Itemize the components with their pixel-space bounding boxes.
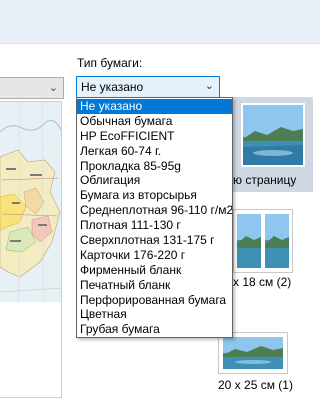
printer-select[interactable]: ⌄ [0,77,64,99]
paper-type-option[interactable]: Цветная [77,307,232,322]
paper-type-option[interactable]: Сверхплотная 131-175 г [77,233,232,248]
paper-type-option[interactable]: Облигация [77,173,232,188]
paper-type-option[interactable]: Бумага из вторсырья [77,188,232,203]
landscape-photo-icon [223,337,283,369]
paper-type-option[interactable]: Прокладка 85-95g [77,159,232,174]
window-header [0,0,320,44]
layout-full-page-caption: ю страницу [233,173,297,187]
chevron-down-icon: ⌄ [48,82,58,94]
paper-type-option[interactable]: Грубая бумага [77,322,232,337]
paper-type-dropdown-list[interactable]: Не указано Обычная бумага HP EcoFFICIENT… [76,97,233,338]
paper-type-option[interactable]: Плотная 111-130 г [77,218,232,233]
landscape-photo-icon [234,210,292,272]
paper-type-label: Тип бумаги: [77,56,143,70]
paper-type-option[interactable]: Обычная бумага [77,114,232,129]
layout-13x18-caption: x 18 см (2) [233,275,292,289]
paper-type-option[interactable]: HP EcoFFICIENT [77,129,232,144]
paper-type-option[interactable]: Легкая 60-74 г. [77,144,232,159]
paper-type-option[interactable]: Карточки 176-220 г [77,248,232,263]
paper-type-combobox[interactable]: Не указано ⌄ [76,76,220,98]
layout-20x25-tile[interactable] [218,332,288,374]
print-preview-map [0,101,62,398]
paper-type-option[interactable]: Среднеплотная 96-110 г/м2 [77,203,232,218]
paper-type-value: Не указано [81,80,144,94]
layout-13x18-tile[interactable] [233,209,293,273]
layout-20x25-caption: 20 x 25 см (1) [218,378,293,392]
paper-type-option[interactable]: Печатный бланк [77,278,232,293]
paper-type-option[interactable]: Фирменный бланк [77,263,232,278]
chevron-down-icon: ⌄ [204,80,214,92]
paper-type-option[interactable]: Не указано [77,99,232,114]
paper-type-option[interactable]: Перфорированная бумага [77,293,232,308]
